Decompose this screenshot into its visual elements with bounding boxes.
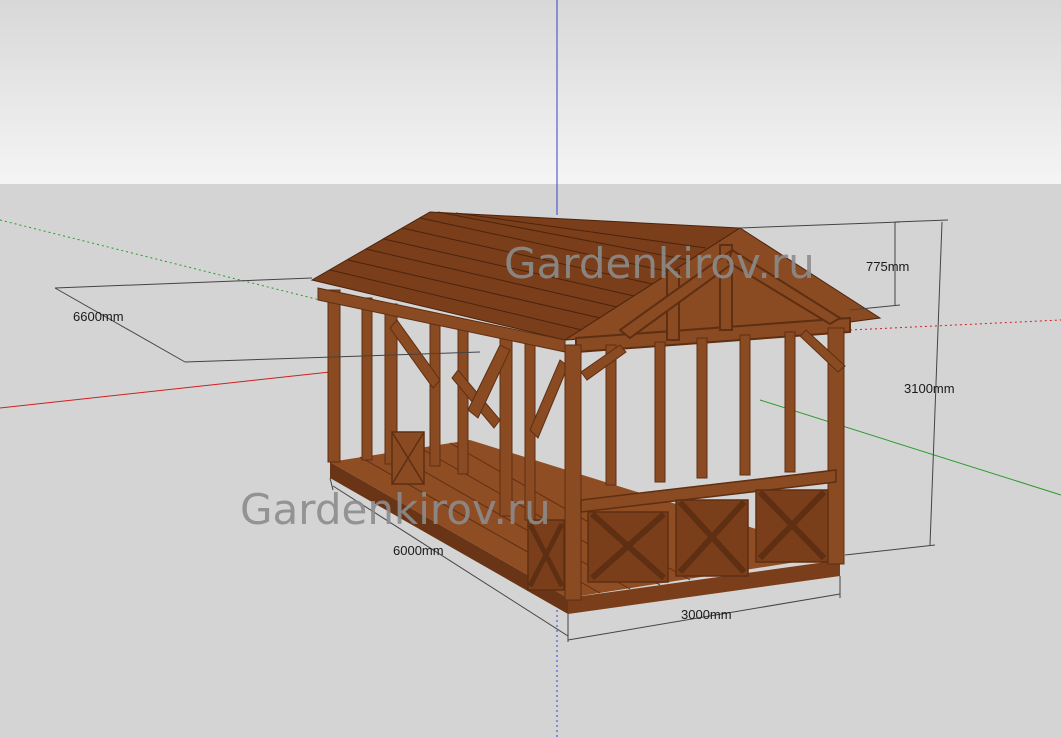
sketchup-viewport[interactable]: 775mm 3100mm 6600mm 6000mm 3000mm Garden… bbox=[0, 0, 1061, 737]
dim-roof-length: 6600mm bbox=[73, 309, 124, 324]
gazebo-3d-model: 775mm 3100mm 6600mm 6000mm 3000mm Garden… bbox=[0, 0, 1061, 737]
dim-ridge-height: 775mm bbox=[866, 259, 909, 274]
watermark-bottom: Gardenkirov.ru bbox=[240, 485, 551, 534]
sky bbox=[0, 0, 1061, 185]
dim-width: 3000mm bbox=[681, 607, 732, 622]
dim-total-height: 3100mm bbox=[904, 381, 955, 396]
watermark-top: Gardenkirov.ru bbox=[504, 239, 815, 288]
dim-floor-length: 6000mm bbox=[393, 543, 444, 558]
side-door bbox=[391, 431, 425, 485]
